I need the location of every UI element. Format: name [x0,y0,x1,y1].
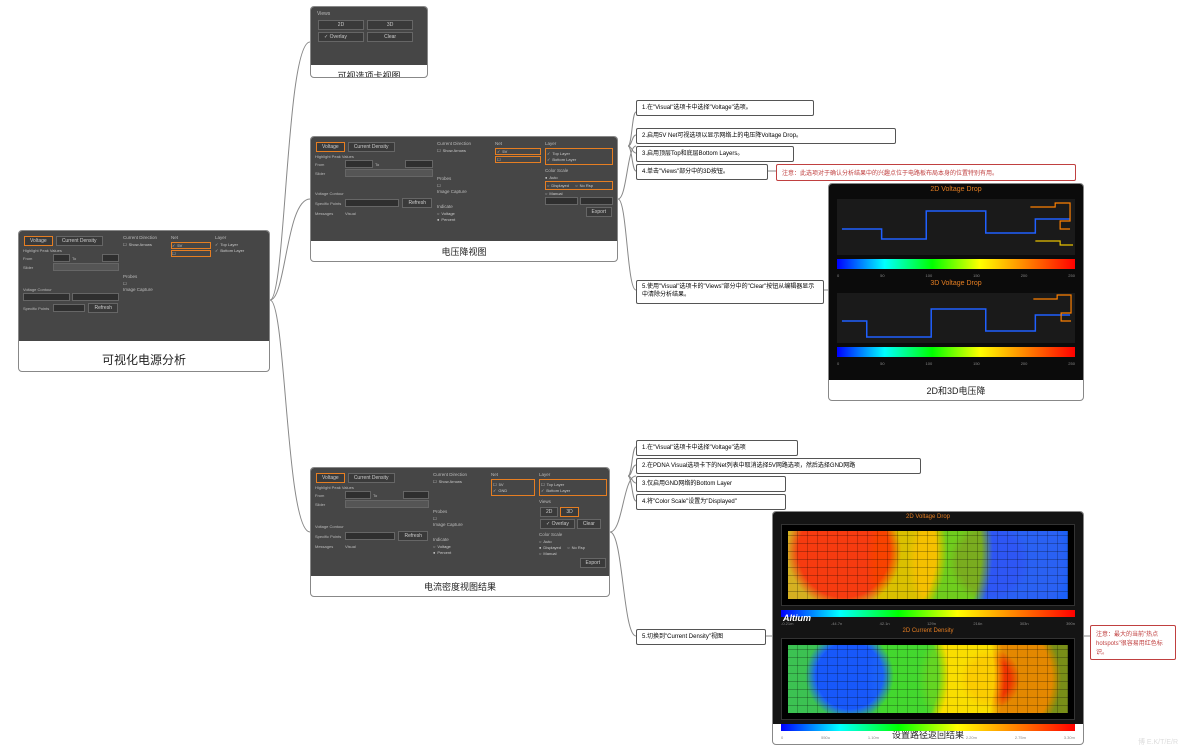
vd-2d-title: 2D Voltage Drop [829,184,1083,195]
voltage-note: 注意：此选项对于确认分析结果中的兴趣点位于电路板布局本身的位置特别有用。 [776,164,1076,181]
vd-result-title: 2D和3D电压降 [829,380,1083,401]
tab-voltage[interactable]: Voltage [316,142,345,152]
tab-current-density[interactable]: Current Density [348,142,395,152]
views-card: Views 2D 3D ✓ Overlay Clear 可视选项卡视图 [310,6,428,78]
views-card-title: 可视选项卡视图 [311,65,427,78]
pcb-current-map [781,638,1075,720]
views-2d-button[interactable]: 2D [318,20,364,30]
vd-result-card: 2D Voltage Drop 050100150200250 3D Volta… [828,183,1084,401]
views-overlay-checkbox[interactable]: ✓ Overlay [318,32,364,42]
voltage-step-3: 3.启用顶层Top和底层Bottom Layers。 [636,146,794,162]
current-step-2: 2.在PDNA Visual选项卡下的Net列表中取消选择5V网路选项，然后选择… [636,458,921,474]
voltage-step-2: 2.启用5V Net可视选项以显示网络上的电压降Voltage Drop。 [636,128,896,144]
root-title: 可视化电源分析 [19,341,269,372]
label: Highlight Peak Values [23,248,62,253]
tab-current-density[interactable]: Current Density [348,473,395,483]
current-step-3: 3.仅启用GND网络的Bottom Layer [636,476,786,492]
tab-voltage[interactable]: Voltage [24,236,53,246]
watermark: 博 E.K/T/E/R [1138,737,1178,747]
cd-cd-title: 2D Current Density [773,626,1083,636]
cd-vd-title: 2D Voltage Drop [773,512,1083,522]
current-note: 注意：最大的当前"热点hotspots"很容易用红色标识。 [1090,625,1176,660]
tab-current-density[interactable]: Current Density [56,236,103,246]
voltage-card: Voltage Current Density Highlight Peak V… [310,136,618,262]
current-step-4: 4.将"Color Scale"设置为"Displayed" [636,494,786,510]
current-step-1: 1.在"Visual"选项卡中选择"Voltage"选项 [636,440,798,456]
current-step-5: 5.切换到"Current Density"视图 [636,629,766,645]
cd-result-card: 2D Voltage Drop -0.21m-44.7n42.1n129n216… [772,511,1084,745]
pcb-voltage-map [781,524,1075,606]
voltage-card-title: 电压降视图 [311,241,617,262]
current-card: Voltage Current Density Highlight Peak V… [310,467,610,597]
views-3d-button[interactable]: 3D [367,20,413,30]
voltage-step-4: 4.单击"Views"部分中的3D按钮。 [636,164,768,180]
altium-logo: Altium [783,613,811,623]
vd-3d-title: 3D Voltage Drop [829,278,1083,289]
current-card-title: 电流密度视图结果 [311,576,609,597]
voltage-step-5: 5.使用"Visual"选项卡的"Views"部分中的"Clear"按钮从编辑器… [636,280,824,304]
views-clear-button[interactable]: Clear [367,32,413,42]
export-button[interactable]: Export [586,207,612,217]
voltage-step-1: 1.在"Visual"选项卡中选择"Voltage"选项。 [636,100,814,116]
views-section-label: Views [317,11,421,17]
root-node: Voltage Current Density Highlight Peak V… [18,230,270,372]
tab-voltage[interactable]: Voltage [316,473,345,483]
